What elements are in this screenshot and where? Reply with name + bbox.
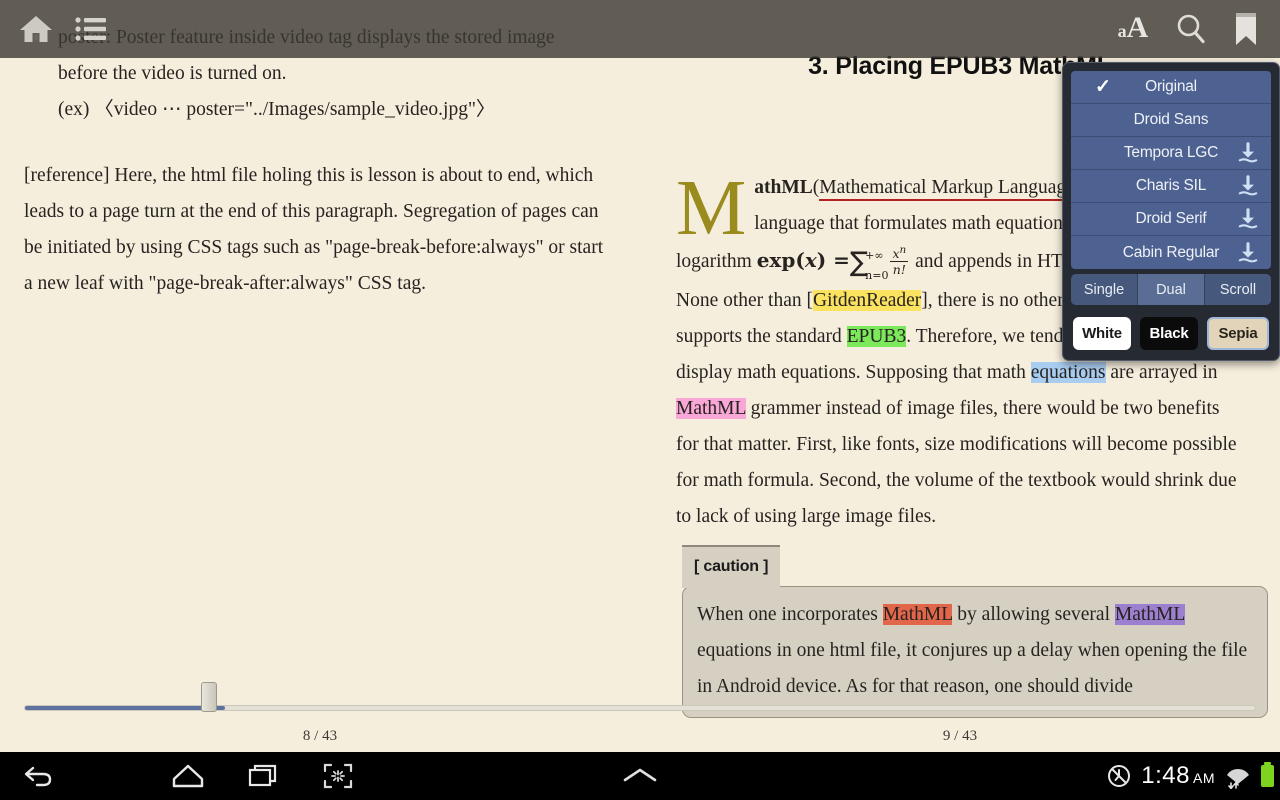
recent-apps-icon: [248, 764, 277, 787]
theme-selector: White Black Sepia: [1071, 317, 1271, 350]
font-option-cabin-regular[interactable]: Cabin Regular: [1071, 236, 1271, 269]
home-button[interactable]: [8, 0, 64, 58]
reader-screen: poster: Poster feature inside video tag …: [0, 0, 1280, 800]
math-fraction: xn n!: [890, 243, 909, 277]
theme-white-button[interactable]: White: [1073, 317, 1131, 350]
home-icon: [20, 16, 52, 42]
font-option-label: Original: [1145, 78, 1197, 95]
download-icon[interactable]: [1237, 175, 1259, 197]
top-toolbar: aA: [0, 0, 1280, 58]
page-number-row: 8 / 43 9 / 43: [0, 728, 1280, 752]
highlight-mathml-purple[interactable]: MathML: [1114, 604, 1185, 625]
highlight-equations[interactable]: equations: [1030, 362, 1106, 383]
math-equals: ) =: [816, 248, 850, 272]
caution-text-a: When one incorporates: [697, 604, 883, 625]
layout-mode-dual[interactable]: Dual: [1138, 274, 1205, 305]
left-page-paragraph-reference: [reference] Here, the html file holing t…: [24, 165, 604, 294]
battery-full-icon: [1261, 762, 1274, 787]
caution-text-b: by allowing several: [952, 604, 1115, 625]
layout-mode-scroll[interactable]: Scroll: [1205, 274, 1271, 305]
page-number-right: 9 / 43: [942, 728, 978, 744]
search-icon: [1177, 14, 1205, 44]
font-option-droid-sans[interactable]: Droid Sans: [1071, 104, 1271, 137]
drop-cap: M: [676, 165, 747, 252]
math-sum-upper: +∞: [865, 249, 884, 262]
body-text-8: display math equations. Supposing that m…: [676, 362, 1031, 383]
nav-back-button[interactable]: [8, 752, 70, 800]
nav-expand-button[interactable]: [609, 752, 671, 800]
bookmark-icon: [1236, 13, 1256, 45]
font-option-tempora-lgc[interactable]: Tempora LGC: [1071, 137, 1271, 170]
theme-black-button[interactable]: Black: [1140, 317, 1198, 350]
highlight-gitdenreader[interactable]: GitdenReader: [813, 290, 922, 311]
math-numerator: xn: [890, 243, 909, 262]
font-option-label: Droid Sans: [1133, 111, 1209, 128]
theme-sepia-button[interactable]: Sepia: [1207, 317, 1269, 350]
caution-tag: [ caution ]: [682, 545, 781, 588]
screenshot-icon: [323, 763, 353, 789]
font-size-icon: aA: [1117, 10, 1149, 44]
caution-block: [ caution ] When one incorporates MathML…: [682, 545, 1268, 718]
clock-time: 1:48: [1141, 762, 1190, 789]
nav-screenshot-button[interactable]: [307, 752, 369, 800]
clock-ampm: AM: [1193, 770, 1215, 786]
font-option-label: Tempora LGC: [1123, 144, 1219, 161]
math-formula: exp(x) =∑ +∞ n=0 xn n!: [756, 244, 911, 281]
table-of-contents-icon: [75, 17, 106, 41]
check-icon: ✓: [1095, 76, 1111, 98]
page-seek-bar[interactable]: [0, 682, 1280, 726]
seek-fill: [25, 706, 226, 710]
mute-notifications-icon: [1108, 765, 1131, 787]
font-option-charis-sil[interactable]: Charis SIL: [1071, 170, 1271, 203]
font-settings-button[interactable]: aA: [1104, 0, 1162, 58]
left-page-line-2: before the video is turned on.: [58, 63, 287, 84]
highlight-epub3[interactable]: EPUB3: [846, 326, 907, 347]
layout-mode-segmented-control: Single Dual Scroll: [1071, 274, 1271, 305]
math-num-exponent: n: [899, 243, 907, 256]
body-text-10: grammer instead of image files, there wo…: [676, 398, 1237, 527]
page-left[interactable]: poster: Poster feature inside video tag …: [0, 0, 640, 752]
download-icon[interactable]: [1237, 208, 1259, 230]
math-sum-limits: +∞ n=0: [865, 250, 888, 281]
seek-thumb[interactable]: [200, 682, 217, 712]
table-of-contents-button[interactable]: [62, 0, 120, 58]
left-page-line-3: (ex) 〈video ⋯ poster="../Images/sample_v…: [58, 99, 496, 120]
math-summation: ∑ +∞ n=0: [850, 245, 889, 283]
nav-home-button[interactable]: [157, 752, 219, 800]
wifi-icon: [1227, 768, 1249, 789]
search-button[interactable]: [1162, 0, 1220, 58]
body-text-9: are arrayed in: [1105, 362, 1218, 383]
font-list: ✓ Original Droid Sans Tempora LGC Charis…: [1071, 71, 1271, 269]
android-navigation-bar: 1:48 AM: [0, 752, 1280, 800]
font-option-droid-serif[interactable]: Droid Serif: [1071, 203, 1271, 236]
font-option-label: Droid Serif: [1135, 210, 1207, 227]
font-option-original[interactable]: ✓ Original: [1071, 71, 1271, 104]
nav-recent-apps-button[interactable]: [232, 752, 294, 800]
home-icon: [172, 764, 204, 788]
status-tray[interactable]: 1:48 AM: [1106, 752, 1274, 800]
chevron-up-icon: [623, 768, 657, 782]
page-number-left: 8 / 43: [302, 728, 338, 744]
clock: 1:48 AM: [1141, 762, 1215, 790]
math-num-base: x: [892, 246, 900, 261]
highlight-mathml[interactable]: MathML: [676, 398, 746, 419]
math-denominator: n!: [892, 262, 906, 277]
download-icon[interactable]: [1237, 142, 1259, 164]
bookmark-button[interactable]: [1220, 0, 1272, 58]
font-option-label: Charis SIL: [1135, 177, 1207, 194]
download-icon[interactable]: [1237, 241, 1259, 264]
math-exp-open: exp(: [756, 248, 805, 272]
back-arrow-icon: [24, 766, 52, 787]
body-text-6: supports the standard: [676, 326, 847, 347]
font-settings-popup: ✓ Original Droid Sans Tempora LGC Charis…: [1062, 62, 1280, 361]
math-var-x: x: [804, 248, 817, 272]
font-option-label: Cabin Regular: [1122, 243, 1220, 261]
layout-mode-single[interactable]: Single: [1071, 274, 1138, 305]
underlined-term: Mathematical Markup Language: [819, 177, 1075, 201]
math-sum-lower: n=0: [865, 269, 889, 282]
lead-word: athML: [754, 177, 813, 198]
caution-text-c: equations in one html file, it conjures …: [697, 640, 1248, 697]
body-text-4: None other than [: [676, 290, 813, 311]
highlight-mathml-orange[interactable]: MathML: [882, 604, 953, 625]
